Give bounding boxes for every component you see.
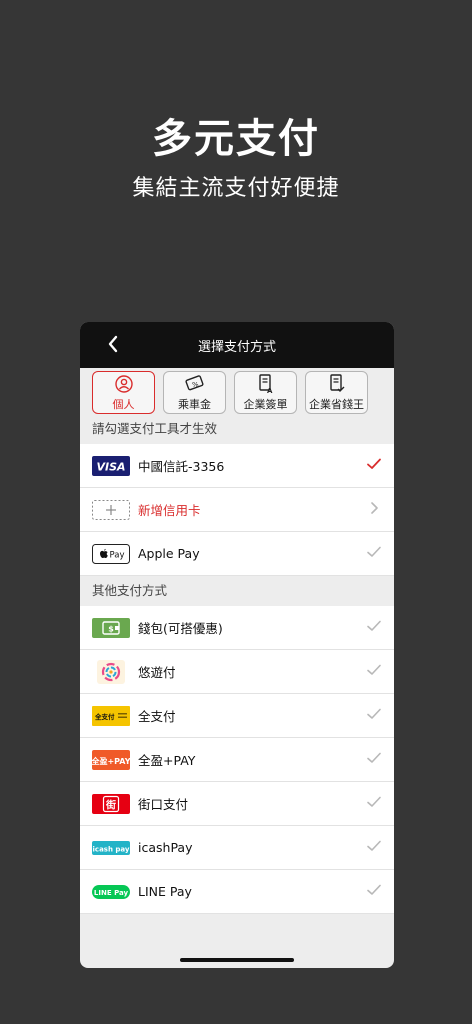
tab-corporate-saver[interactable]: 企業省錢王 <box>305 371 368 414</box>
person-icon <box>114 374 133 394</box>
phone-screen: 選擇支付方式 個人 % 乘車金 A 企業簽單 企業省錢王 請勾選支付工具才生效 … <box>80 322 394 968</box>
document-check-icon <box>328 373 346 394</box>
check-icon <box>366 882 382 898</box>
row-label: Apple Pay <box>138 546 200 561</box>
add-card-icon <box>92 500 130 520</box>
jko-pay-logo: 街 <box>92 794 130 814</box>
svg-text:街: 街 <box>105 799 116 812</box>
promo-title: 多元支付 <box>152 116 320 162</box>
wallet-icon: $ <box>92 618 130 638</box>
payment-row-add-card[interactable]: 新增信用卡 <box>80 488 394 532</box>
full-pay-logo: 全支付 <box>92 706 130 726</box>
svg-text:全盈+PAY: 全盈+PAY <box>92 756 130 766</box>
tab-corporate-sign[interactable]: A 企業簽單 <box>234 371 297 414</box>
check-icon <box>366 750 382 766</box>
home-indicator <box>180 958 294 962</box>
tab-label: 乘車金 <box>178 397 211 411</box>
document-a-icon: A <box>257 373 275 394</box>
apple-pay-logo: Pay <box>92 544 130 564</box>
tab-label: 企業省錢王 <box>309 397 364 411</box>
payment-row-full-pay[interactable]: 全支付 全支付 <box>80 694 394 738</box>
tab-personal[interactable]: 個人 <box>92 371 155 414</box>
tab-label: 企業簽單 <box>243 397 288 411</box>
check-icon <box>366 456 382 472</box>
svg-text:全支付: 全支付 <box>94 712 115 721</box>
promo-subtitle: 集結主流支付好便捷 <box>132 176 340 201</box>
svg-text:LINE Pay: LINE Pay <box>94 889 129 897</box>
visa-logo: VISA <box>92 456 130 476</box>
row-label: icashPay <box>138 840 193 855</box>
nav-bar: 選擇支付方式 <box>80 322 394 368</box>
check-icon <box>366 706 382 722</box>
payment-row-jko-pay[interactable]: 街 街口支付 <box>80 782 394 826</box>
row-label: 錢包(可搭優惠) <box>138 621 223 636</box>
section-header-primary: 請勾選支付工具才生效 <box>80 414 394 444</box>
row-label: LINE Pay <box>138 884 192 899</box>
line-pay-logo: LINE Pay <box>92 882 130 902</box>
payment-row-easy-wallet[interactable]: 悠遊付 <box>80 650 394 694</box>
payment-row-line-pay[interactable]: LINE Pay LINE Pay <box>80 870 394 914</box>
payment-row-icash-pay[interactable]: icash pay icashPay <box>80 826 394 870</box>
check-icon <box>366 662 382 678</box>
row-label: 全支付 <box>138 709 176 724</box>
section-header-other: 其他支付方式 <box>80 576 394 606</box>
ticket-icon: % <box>184 374 206 394</box>
svg-text:Pay: Pay <box>110 551 125 561</box>
row-label: 新增信用卡 <box>138 503 201 518</box>
payment-row-ctbc-visa[interactable]: VISA 中國信託-3356 <box>80 444 394 488</box>
row-label: 街口支付 <box>138 797 189 812</box>
tab-label: 個人 <box>112 397 135 411</box>
svg-text:icash pay: icash pay <box>93 846 130 854</box>
svg-text:$: $ <box>108 625 114 634</box>
svg-text:VISA: VISA <box>96 461 125 474</box>
check-icon <box>366 544 382 560</box>
row-label: 全盈+PAY <box>138 753 196 768</box>
icash-pay-logo: icash pay <box>92 838 130 858</box>
check-icon <box>366 794 382 810</box>
row-label: 中國信託-3356 <box>138 459 225 474</box>
pxpay-logo: 全盈+PAY <box>92 750 130 770</box>
row-label: 悠遊付 <box>138 665 176 680</box>
check-icon <box>366 618 382 634</box>
payment-type-tabs: 個人 % 乘車金 A 企業簽單 企業省錢王 <box>80 368 394 414</box>
svg-text:%: % <box>192 381 199 389</box>
check-icon <box>366 838 382 854</box>
chevron-right-icon <box>366 500 382 516</box>
payment-row-pxpay[interactable]: 全盈+PAY 全盈+PAY <box>80 738 394 782</box>
payment-row-apple-pay[interactable]: Pay Apple Pay <box>80 532 394 576</box>
easy-wallet-icon <box>92 660 130 684</box>
tab-ride-credit[interactable]: % 乘車金 <box>163 371 226 414</box>
svg-text:A: A <box>267 387 273 394</box>
nav-title: 選擇支付方式 <box>197 340 276 355</box>
payment-row-wallet[interactable]: $ 錢包(可搭優惠) <box>80 606 394 650</box>
